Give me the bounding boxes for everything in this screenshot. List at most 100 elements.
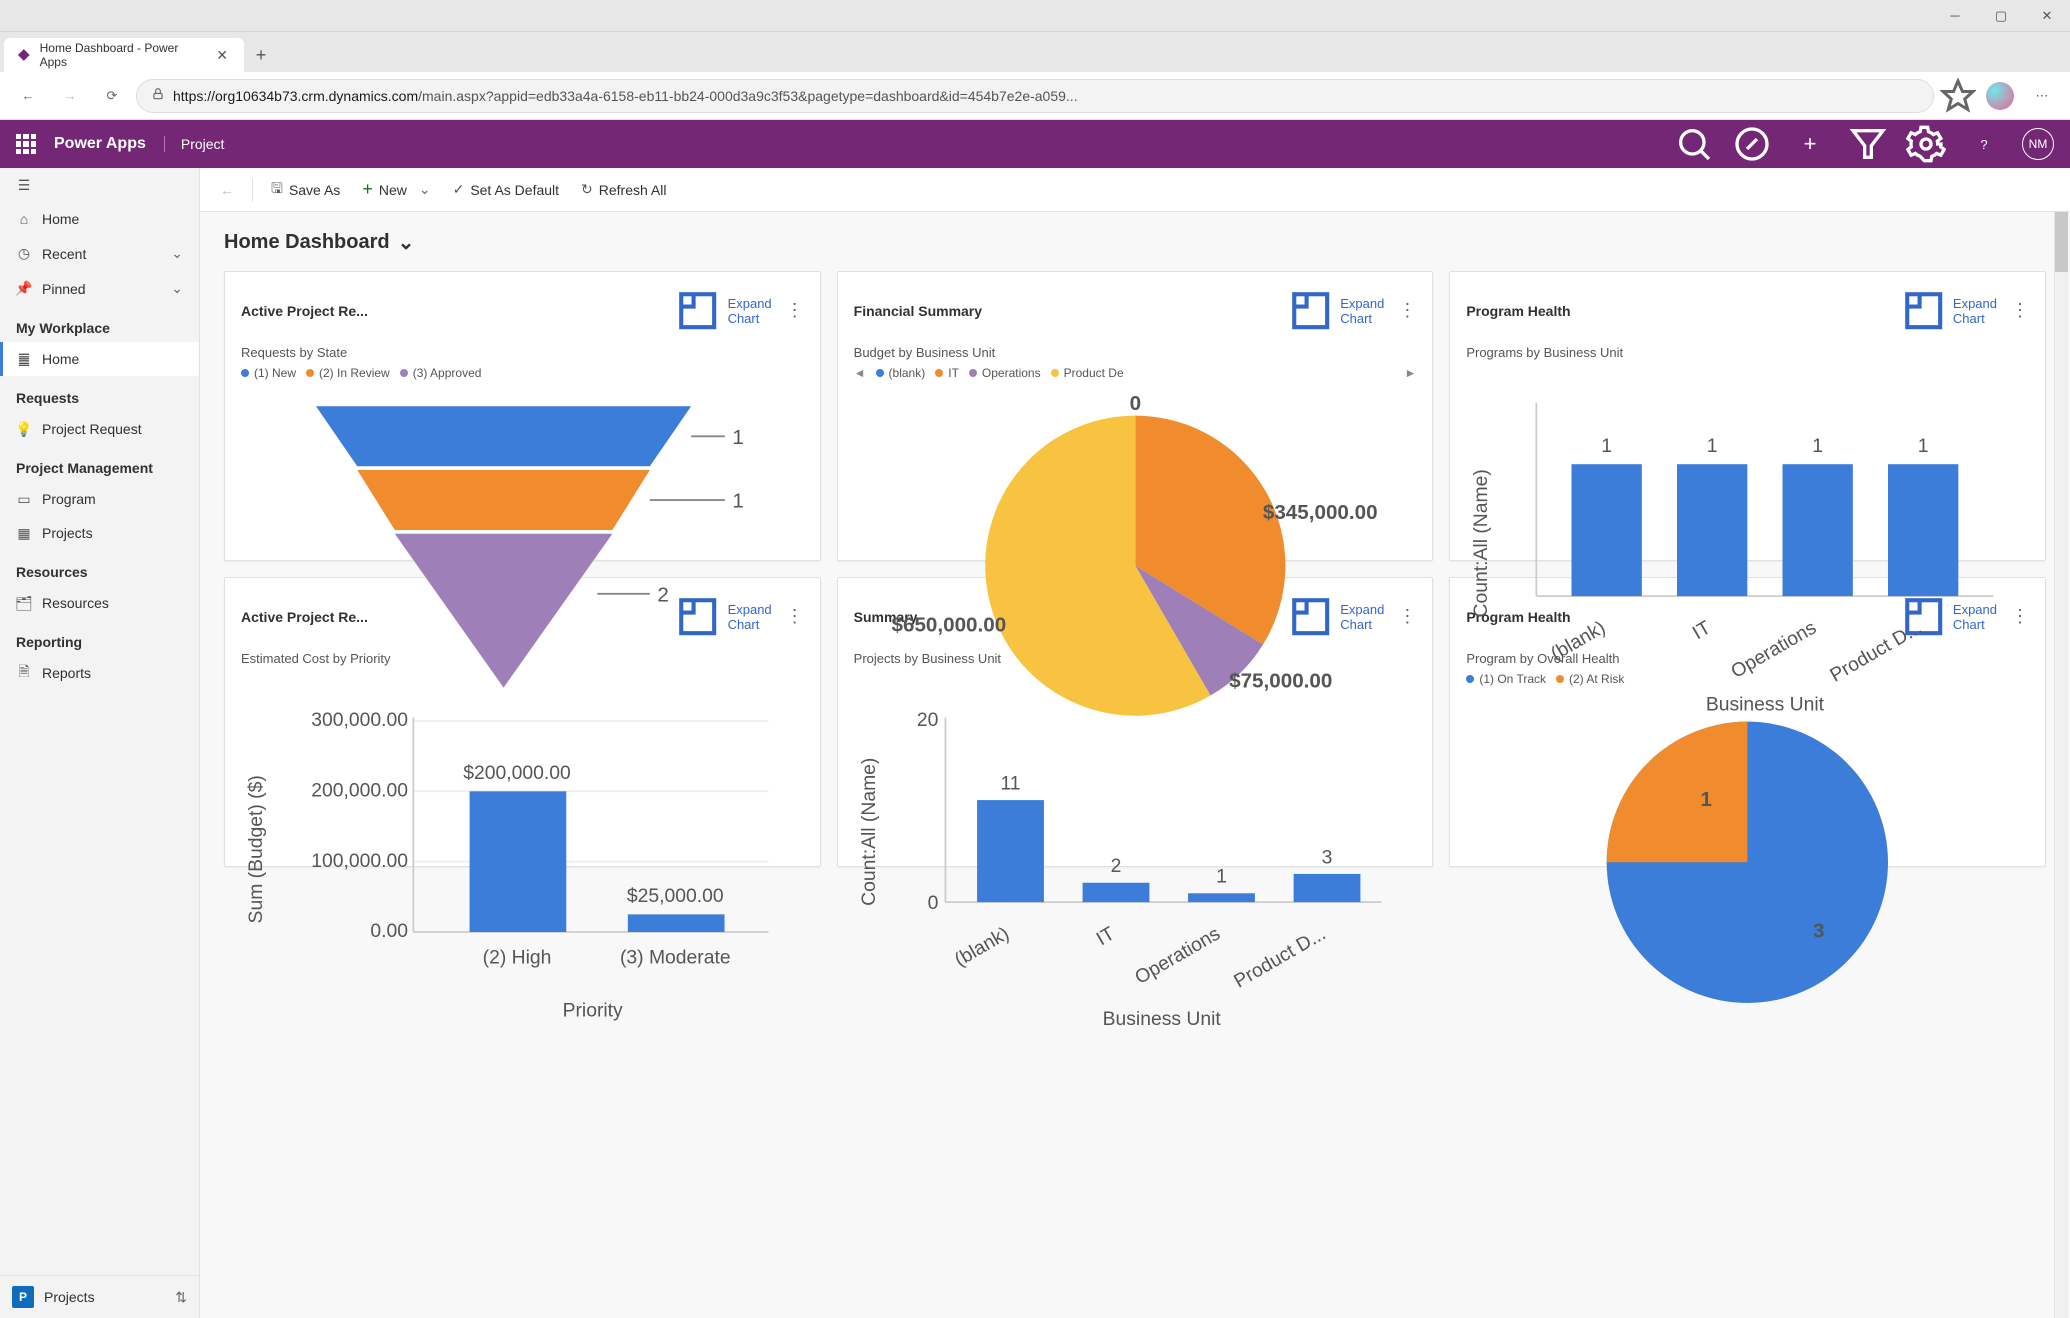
help-icon[interactable]: ?	[1964, 124, 2004, 164]
cmd-label: Set As Default	[470, 182, 559, 198]
search-icon[interactable]	[1674, 124, 1714, 164]
cmd-back[interactable]: ←	[210, 176, 244, 204]
svg-text:300,000.00: 300,000.00	[311, 710, 408, 732]
legend-next-icon[interactable]: ►	[1404, 366, 1416, 380]
user-avatar[interactable]: NM	[2022, 128, 2054, 160]
svg-text:Operations: Operations	[1728, 617, 1821, 683]
sidebar-section-reporting: Reporting	[0, 620, 199, 656]
url-path: /main.aspx?appid=edb33a4a-6158-eb11-bb24…	[418, 88, 1077, 104]
chart-subtitle: Requests by State	[241, 345, 804, 360]
url-host: https://org10634b73.crm.dynamics.com	[173, 88, 418, 104]
chart-subtitle: Programs by Business Unit	[1466, 345, 2029, 360]
address-bar[interactable]: https://org10634b73.crm.dynamics.com/mai…	[136, 79, 1934, 113]
home-icon: ⌂	[16, 211, 32, 227]
legend-prev-icon[interactable]: ◄	[854, 366, 866, 380]
plus-icon: +	[362, 179, 373, 200]
settings-icon[interactable]	[1906, 124, 1946, 164]
expand-chart-button[interactable]: Expand Chart	[1286, 286, 1385, 335]
svg-text:1: 1	[1216, 866, 1227, 888]
sidebar-item-project-request[interactable]: 💡Project Request	[0, 412, 199, 446]
svg-text:0: 0	[1129, 392, 1140, 415]
expand-chart-button[interactable]: Expand Chart	[1899, 286, 1998, 335]
pie-chart-health: 1 3	[1466, 692, 2029, 1014]
profile-avatar[interactable]	[1982, 78, 2018, 114]
window-close-icon[interactable]: ✕	[2024, 0, 2070, 32]
svg-text:0: 0	[927, 893, 938, 915]
svg-text:1: 1	[1918, 435, 1929, 457]
sidebar-section-pm: Project Management	[0, 446, 199, 482]
svg-text:Product D...: Product D...	[1230, 923, 1329, 993]
sidebar-section-resources: Resources	[0, 550, 199, 586]
nav-forward-button[interactable]: →	[52, 78, 88, 114]
card-menu-icon[interactable]: ⋮	[786, 300, 804, 321]
sidebar-item-recent[interactable]: ◷Recent⌄	[0, 236, 199, 271]
clock-icon: ◷	[16, 246, 32, 262]
sidebar-section-requests: Requests	[0, 376, 199, 412]
page-title[interactable]: Home Dashboard⌄	[224, 230, 2046, 255]
resources-icon: 🗂	[16, 595, 32, 611]
bar-chart-programs: Count:All (Name) 1 1 1 1	[1466, 366, 2029, 721]
main-area: ← 🖫Save As +New⌄ ✓Set As Default ↻Refres…	[200, 168, 2070, 1318]
filter-icon[interactable]	[1848, 124, 1888, 164]
os-titlebar: ─ ▢ ✕	[0, 0, 2070, 32]
svg-text:Operations: Operations	[1131, 923, 1224, 989]
sidebar-item-pinned[interactable]: 📌Pinned⌄	[0, 271, 199, 306]
sidebar-item-workplace-home[interactable]: ䷀Home	[0, 342, 199, 376]
sidebar-item-program[interactable]: ▭Program	[0, 482, 199, 516]
card-menu-icon[interactable]: ⋮	[1398, 300, 1416, 321]
sidebar-item-home[interactable]: ⌂Home	[0, 202, 199, 236]
window-minimize-icon[interactable]: ─	[1932, 0, 1978, 32]
card-title: Financial Summary	[854, 303, 982, 319]
svg-text:(blank): (blank)	[1547, 617, 1609, 666]
assistant-icon[interactable]	[1732, 124, 1772, 164]
scroll-thumb[interactable]	[2055, 212, 2068, 272]
browser-tab[interactable]: Home Dashboard - Power Apps ✕	[4, 38, 244, 72]
sidebar-item-label: Resources	[42, 595, 109, 611]
sidebar-item-reports[interactable]: 🗎Reports	[0, 656, 199, 690]
card-menu-icon[interactable]: ⋮	[2011, 300, 2029, 321]
app-context[interactable]: Project	[164, 136, 225, 152]
svg-text:200,000.00: 200,000.00	[311, 780, 408, 802]
area-label: Projects	[44, 1289, 95, 1305]
nav-back-button[interactable]: ←	[10, 78, 46, 114]
svg-text:1: 1	[732, 490, 743, 513]
svg-text:Count:All (Name): Count:All (Name)	[858, 758, 880, 906]
bar-chart-cost: Sum (Budget) ($) 300,000.00 200,000.00 1…	[241, 672, 804, 1044]
refresh-icon: ↻	[581, 181, 593, 198]
cmd-label: Save As	[289, 182, 340, 198]
vertical-scrollbar[interactable]	[2054, 212, 2068, 1318]
cmd-new[interactable]: +New⌄	[352, 173, 440, 206]
sidebar-item-label: Home	[42, 351, 79, 367]
svg-text:IT: IT	[1092, 923, 1118, 951]
sidebar: ☰ ⌂Home ◷Recent⌄ 📌Pinned⌄ My Workplace ䷀…	[0, 168, 200, 1318]
tab-close-icon[interactable]: ✕	[212, 47, 232, 64]
svg-text:1: 1	[1813, 435, 1824, 457]
add-icon[interactable]: +	[1790, 124, 1830, 164]
cmd-set-default[interactable]: ✓Set As Default	[443, 175, 569, 204]
svg-text:0.00: 0.00	[370, 921, 408, 943]
svg-text:(blank): (blank)	[950, 923, 1012, 972]
window-maximize-icon[interactable]: ▢	[1978, 0, 2024, 32]
sidebar-hamburger[interactable]: ☰	[0, 168, 199, 202]
browser-menu-icon[interactable]: ⋯	[2024, 78, 2060, 114]
svg-text:20: 20	[917, 710, 939, 732]
svg-text:Count:All (Name): Count:All (Name)	[1470, 470, 1492, 618]
program-icon: ▭	[16, 491, 32, 507]
new-tab-button[interactable]: +	[244, 38, 278, 72]
area-badge: P	[12, 1286, 34, 1308]
svg-text:$345,000.00: $345,000.00	[1263, 501, 1378, 524]
sidebar-item-resources[interactable]: 🗂 Resources	[0, 586, 199, 620]
sidebar-item-projects[interactable]: ▦Projects	[0, 516, 199, 550]
sidebar-footer-area-switcher[interactable]: P Projects ⇅	[0, 1275, 199, 1318]
svg-text:3: 3	[1321, 847, 1332, 869]
chevron-down-icon: ⌄	[419, 181, 431, 198]
updown-icon: ⇅	[175, 1289, 187, 1306]
waffle-icon[interactable]	[16, 134, 36, 154]
hamburger-icon: ☰	[16, 177, 32, 193]
expand-chart-button[interactable]: Expand Chart	[673, 286, 772, 335]
svg-text:$25,000.00: $25,000.00	[627, 885, 724, 907]
nav-refresh-button[interactable]: ⟳	[94, 78, 130, 114]
cmd-refresh-all[interactable]: ↻Refresh All	[571, 175, 676, 204]
favorite-icon[interactable]	[1940, 78, 1976, 114]
cmd-save-as[interactable]: 🖫Save As	[261, 172, 350, 208]
